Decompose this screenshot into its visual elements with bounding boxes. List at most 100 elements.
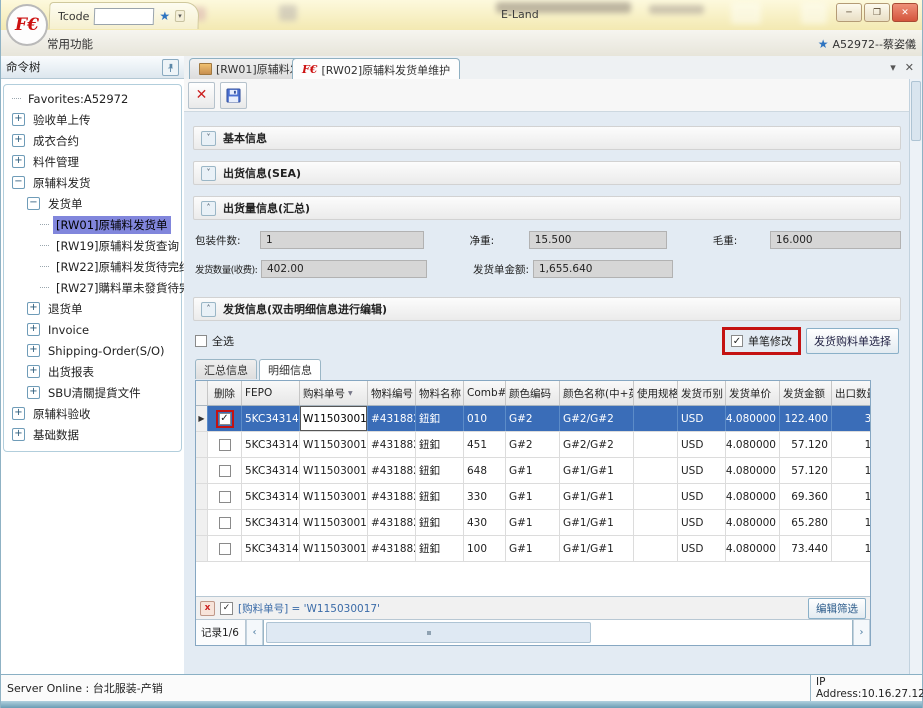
table-cell[interactable] (634, 536, 678, 561)
chevron-up-icon[interactable]: ˄ (201, 302, 216, 317)
table-cell[interactable]: G#1/G#1 (560, 510, 634, 535)
tcode-dropdown-icon[interactable]: ▾ (175, 10, 185, 22)
column-header[interactable]: 物料编号 (368, 381, 416, 405)
section-qty-summary[interactable]: ˄ 出货量信息(汇总) (193, 196, 901, 220)
table-cell[interactable]: 69.360 (780, 484, 832, 509)
table-cell[interactable]: #431882 (368, 510, 416, 535)
table-cell[interactable]: 14 (832, 458, 870, 483)
table-cell[interactable]: 4.080000 (726, 510, 780, 535)
ship-qty-field[interactable]: 402.00 (261, 260, 427, 278)
single-edit-checkbox[interactable]: ✓ (731, 335, 743, 347)
pin-icon[interactable] (162, 59, 179, 76)
table-cell[interactable]: 鈕釦 (416, 536, 464, 561)
table-cell[interactable]: 4.080000 (726, 432, 780, 457)
collapse-icon[interactable]: − (12, 176, 25, 189)
delete-checkbox[interactable] (219, 543, 231, 555)
table-cell[interactable]: 451 (464, 432, 506, 457)
save-button[interactable] (220, 82, 247, 109)
sidebar-item[interactable]: +基础数据 (4, 424, 181, 445)
column-header[interactable]: 颜色编码 (506, 381, 560, 405)
sidebar-item[interactable]: +原辅料验收 (4, 403, 181, 424)
table-cell[interactable]: 30 (832, 406, 870, 431)
table-cell[interactable]: 5KC34314A02 (242, 510, 300, 535)
select-all-checkbox[interactable] (195, 335, 207, 347)
sort-filter-icon[interactable]: ▼ (348, 390, 353, 397)
table-row[interactable]: 5KC34314A02W115030017#431882鈕釦451G#2G#2/… (196, 432, 870, 458)
table-cell[interactable]: #431882 (368, 536, 416, 561)
column-header[interactable]: 发货金额 (780, 381, 832, 405)
horizontal-scrollbar[interactable] (263, 620, 853, 645)
delete-checkbox[interactable] (219, 491, 231, 503)
favorite-star-icon[interactable]: ★ (159, 10, 170, 22)
table-cell[interactable]: W115030017 (300, 484, 368, 509)
package-count-field[interactable]: 1 (260, 231, 424, 249)
sidebar-item[interactable]: Favorites:A52972 (4, 88, 181, 109)
table-cell[interactable]: G#2 (506, 406, 560, 431)
table-cell[interactable]: G#2/G#2 (560, 406, 634, 431)
edit-filter-button[interactable]: 编辑筛选 (808, 598, 866, 619)
column-header[interactable]: 删除 (208, 381, 242, 405)
table-row[interactable]: 5KC34314A02W115030017#431882鈕釦100G#1G#1/… (196, 536, 870, 562)
table-cell[interactable]: 4.080000 (726, 536, 780, 561)
tcode-input[interactable] (94, 8, 155, 25)
tab-close-icon[interactable]: ✕ (905, 61, 914, 74)
sidebar-item[interactable]: +出货报表 (4, 361, 181, 382)
table-cell[interactable] (634, 484, 678, 509)
table-cell[interactable]: W115030017 (300, 510, 368, 535)
table-cell[interactable]: 鈕釦 (416, 458, 464, 483)
table-cell[interactable]: USD (678, 484, 726, 509)
tab-list-dropdown-icon[interactable]: ▾ (890, 61, 896, 74)
table-cell[interactable]: 鈕釦 (416, 406, 464, 431)
restore-button[interactable]: ❐ (864, 3, 890, 22)
sidebar-item[interactable]: [RW19]原辅料发货查询 (4, 235, 181, 256)
table-cell[interactable]: 4.080000 (726, 458, 780, 483)
table-cell[interactable]: G#1/G#1 (560, 484, 634, 509)
po-select-button[interactable]: 发货购料单选择 (806, 328, 899, 354)
table-cell[interactable]: 648 (464, 458, 506, 483)
tab-rw02[interactable]: F€ [RW02]原辅料发货单维护 (292, 58, 460, 80)
table-cell[interactable]: 330 (464, 484, 506, 509)
table-cell[interactable]: 100 (464, 536, 506, 561)
table-cell[interactable]: #431882 (368, 406, 416, 431)
menu-common-functions[interactable]: 常用功能 (47, 36, 93, 52)
ship-amount-field[interactable]: 1,655.640 (533, 260, 673, 278)
table-cell[interactable]: USD (678, 458, 726, 483)
table-cell[interactable]: 18 (832, 536, 870, 561)
main-vertical-scrollbar[interactable] (909, 79, 922, 675)
scrollbar-thumb[interactable] (911, 81, 921, 141)
table-cell[interactable]: 14 (832, 432, 870, 457)
filter-checkbox[interactable]: ✓ (220, 602, 233, 615)
table-cell[interactable]: G#2 (506, 432, 560, 457)
table-cell[interactable]: 16 (832, 510, 870, 535)
table-cell[interactable]: 65.280 (780, 510, 832, 535)
table-cell[interactable]: 鈕釦 (416, 510, 464, 535)
table-cell[interactable]: W115030017 (300, 458, 368, 483)
section-basic[interactable]: ˅ 基本信息 (193, 126, 901, 150)
expand-icon[interactable]: + (12, 428, 25, 441)
table-cell[interactable]: W115030017 (300, 406, 368, 431)
scrollbar-thumb[interactable] (266, 622, 591, 643)
table-row[interactable]: 5KC34314A02W115030017#431882鈕釦648G#1G#1/… (196, 458, 870, 484)
table-cell[interactable]: 5KC34314A02 (242, 432, 300, 457)
gross-weight-field[interactable]: 16.000 (770, 231, 901, 249)
table-cell[interactable]: 122.400 (780, 406, 832, 431)
expand-icon[interactable]: + (27, 323, 40, 336)
column-header[interactable]: FEPO (242, 381, 300, 405)
column-header[interactable]: Comb# (464, 381, 506, 405)
expand-icon[interactable]: + (27, 365, 40, 378)
table-cell[interactable]: #431882 (368, 484, 416, 509)
sidebar-item[interactable]: +SBU清關提貨文件 (4, 382, 181, 403)
sidebar-item[interactable]: −发货单 (4, 193, 181, 214)
column-header[interactable]: 物料名称 (416, 381, 464, 405)
table-cell[interactable]: G#1/G#1 (560, 536, 634, 561)
tab-summary-info[interactable]: 汇总信息 (195, 359, 257, 379)
table-cell[interactable]: 鈕釦 (416, 484, 464, 509)
column-header[interactable]: 购料单号▼ (300, 381, 368, 405)
table-cell[interactable] (634, 432, 678, 457)
section-shipping[interactable]: ˅ 出货信息(SEA) (193, 161, 901, 185)
table-cell[interactable]: 鈕釦 (416, 432, 464, 457)
table-cell[interactable]: G#1 (506, 484, 560, 509)
expand-icon[interactable]: + (12, 113, 25, 126)
close-button[interactable]: ✕ (892, 3, 918, 22)
table-row[interactable]: 5KC34314A02W115030017#431882鈕釦330G#1G#1/… (196, 484, 870, 510)
